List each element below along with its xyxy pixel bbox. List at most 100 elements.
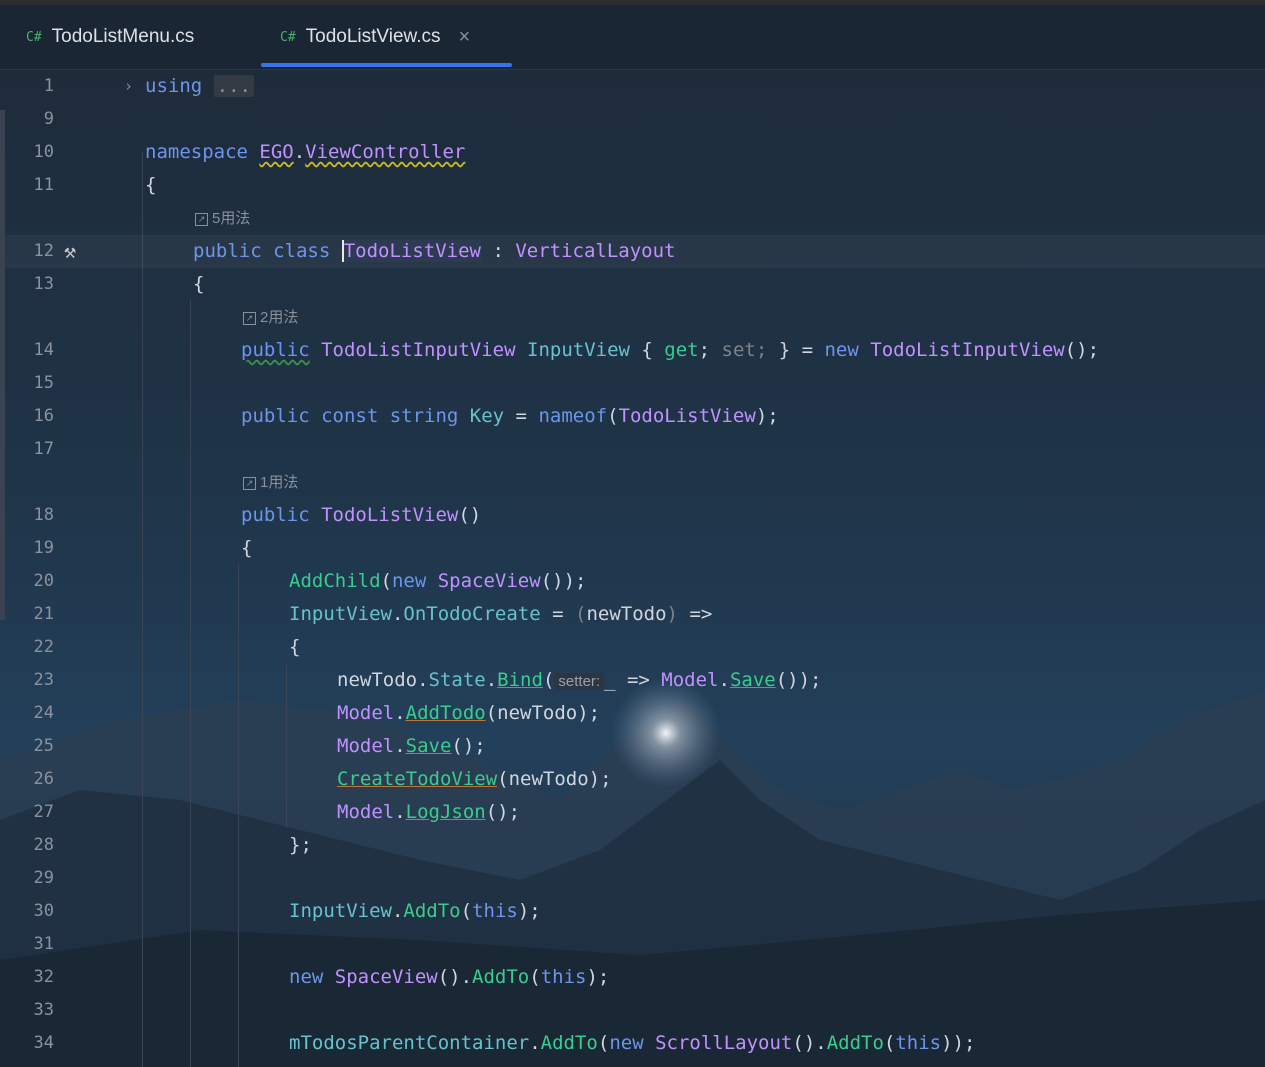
- code-line: 14 public TodoListInputView InputView { …: [0, 334, 1265, 367]
- code-text[interactable]: public const string Key = nameof(TodoLis…: [241, 400, 779, 433]
- code-line: 17: [0, 433, 1265, 466]
- code-token: Save: [729, 669, 776, 691]
- code-line: 16 public const string Key = nameof(Todo…: [0, 400, 1265, 433]
- code-line: 1 › using ...: [0, 70, 1265, 103]
- code-line: 31: [0, 928, 1265, 961]
- code-editor[interactable]: 1 › using ... 9 10 namespace EGO.ViewCon…: [0, 70, 1265, 1067]
- line-number: 29: [33, 868, 54, 888]
- code-token: public class: [193, 240, 342, 262]
- code-text[interactable]: public TodoListView(): [241, 499, 481, 532]
- code-text[interactable]: public TodoListInputView InputView { get…: [241, 334, 1099, 367]
- hammer-icon[interactable]: ⚒: [64, 235, 76, 268]
- code-line: 30 InputView.AddTo(this);: [0, 895, 1265, 928]
- code-text[interactable]: Model.LogJson();: [337, 796, 520, 829]
- code-token: AddTodo: [405, 702, 486, 724]
- code-line: 28 };: [0, 829, 1265, 862]
- code-token: AddTo: [540, 1032, 598, 1054]
- code-token: TodoListInputView: [321, 339, 516, 361]
- code-token: (newTodo);: [497, 768, 612, 790]
- code-token: (: [883, 1032, 896, 1054]
- line-number: 22: [33, 637, 54, 657]
- code-token: ViewController: [305, 141, 466, 163]
- code-token: public: [241, 339, 310, 361]
- folded-region[interactable]: ...: [213, 75, 254, 97]
- code-token: .: [485, 669, 498, 691]
- code-token: ();: [451, 735, 486, 757]
- line-number: 28: [33, 835, 54, 855]
- code-token: =>: [678, 603, 713, 625]
- line-number: 10: [33, 142, 54, 162]
- code-token: (: [380, 570, 392, 592]
- code-token: AddTo: [472, 966, 530, 988]
- code-token: InputView: [289, 603, 392, 625]
- line-number: 25: [33, 736, 54, 756]
- code-line: 24 Model.AddTodo(newTodo);: [0, 697, 1265, 730]
- code-token: SpaceView: [334, 966, 438, 988]
- code-token: .: [394, 735, 406, 757]
- code-token: .: [391, 900, 404, 922]
- code-text[interactable]: {: [289, 631, 300, 664]
- code-token: );: [586, 966, 610, 988]
- code-token: this: [895, 1032, 942, 1054]
- usages-hint[interactable]: ↗ 5用法: [195, 202, 250, 235]
- code-text[interactable]: InputView.AddTo(this);: [289, 895, 541, 928]
- code-token: new: [824, 339, 871, 361]
- code-token: ScrollLayout: [655, 1032, 793, 1054]
- fold-chevron-icon[interactable]: ›: [124, 70, 133, 103]
- code-text[interactable]: {: [193, 268, 204, 301]
- usages-hint[interactable]: ↗ 1用法: [243, 466, 298, 499]
- code-text[interactable]: InputView.OnTodoCreate = (newTodo) =>: [289, 598, 712, 631]
- code-text[interactable]: newTodo.State.Bind(setter: _ => Model.Sav…: [337, 664, 821, 698]
- code-text[interactable]: using ...: [145, 70, 254, 103]
- close-tab-icon[interactable]: ×: [459, 26, 471, 49]
- code-token: ));: [941, 1032, 976, 1054]
- line-number: 16: [33, 406, 54, 426]
- side-tool-strip: [0, 110, 5, 620]
- code-token: newTodo.: [337, 669, 429, 691]
- code-text[interactable]: Model.AddTodo(newTodo);: [337, 697, 600, 730]
- csharp-file-icon: C#: [26, 29, 42, 45]
- line-number: 20: [33, 571, 54, 591]
- code-text[interactable]: {: [241, 532, 252, 565]
- code-token: (: [607, 405, 619, 427]
- tab-label: TodoListView.cs: [305, 26, 441, 47]
- line-number: 17: [33, 439, 54, 459]
- code-token: EGO: [259, 141, 294, 163]
- code-token: (: [460, 900, 473, 922]
- usages-hint[interactable]: ↗ 2用法: [243, 301, 298, 334]
- code-token: .: [293, 141, 306, 163]
- code-text[interactable]: new SpaceView().AddTo(this);: [289, 961, 609, 994]
- code-token: ());: [775, 669, 822, 691]
- line-number: 12: [33, 241, 54, 261]
- tab-todolistmenu[interactable]: C# TodoListMenu.cs: [26, 5, 194, 69]
- line-number: 30: [33, 901, 54, 921]
- code-token: Model: [337, 702, 395, 724]
- code-text[interactable]: public class TodoListView : VerticalLayo…: [193, 235, 675, 268]
- tab-todolistview[interactable]: C# TodoListView.cs ×: [280, 5, 470, 69]
- code-token: :: [481, 240, 516, 262]
- code-text[interactable]: CreateTodoView(newTodo);: [337, 763, 612, 796]
- code-token: newTodo: [586, 603, 667, 625]
- code-line: 15: [0, 367, 1265, 400]
- line-number: 13: [33, 274, 54, 294]
- code-token: InputView: [289, 900, 392, 922]
- line-number: 18: [33, 505, 54, 525]
- code-line: 32 new SpaceView().AddTo(this);: [0, 961, 1265, 994]
- code-token: this: [540, 966, 587, 988]
- code-text[interactable]: mTodosParentContainer.AddTo(new ScrollLa…: [289, 1027, 975, 1060]
- code-line: 22 {: [0, 631, 1265, 664]
- code-text[interactable]: Model.Save();: [337, 730, 486, 763]
- code-token: new: [609, 1032, 656, 1054]
- tab-label: TodoListMenu.cs: [51, 26, 195, 47]
- code-text[interactable]: };: [289, 829, 312, 862]
- code-text[interactable]: AddChild(new SpaceView());: [289, 565, 586, 598]
- code-text[interactable]: {: [145, 169, 156, 202]
- code-token: new: [391, 570, 438, 592]
- code-line: 20 AddChild(new SpaceView());: [0, 565, 1265, 598]
- code-token: ();: [1064, 339, 1100, 361]
- code-token: State: [428, 669, 486, 691]
- code-token: OnTodoCreate: [403, 603, 541, 625]
- code-token: (: [575, 603, 587, 625]
- code-text[interactable]: namespace EGO.ViewController: [145, 136, 465, 169]
- code-token: {: [629, 339, 665, 361]
